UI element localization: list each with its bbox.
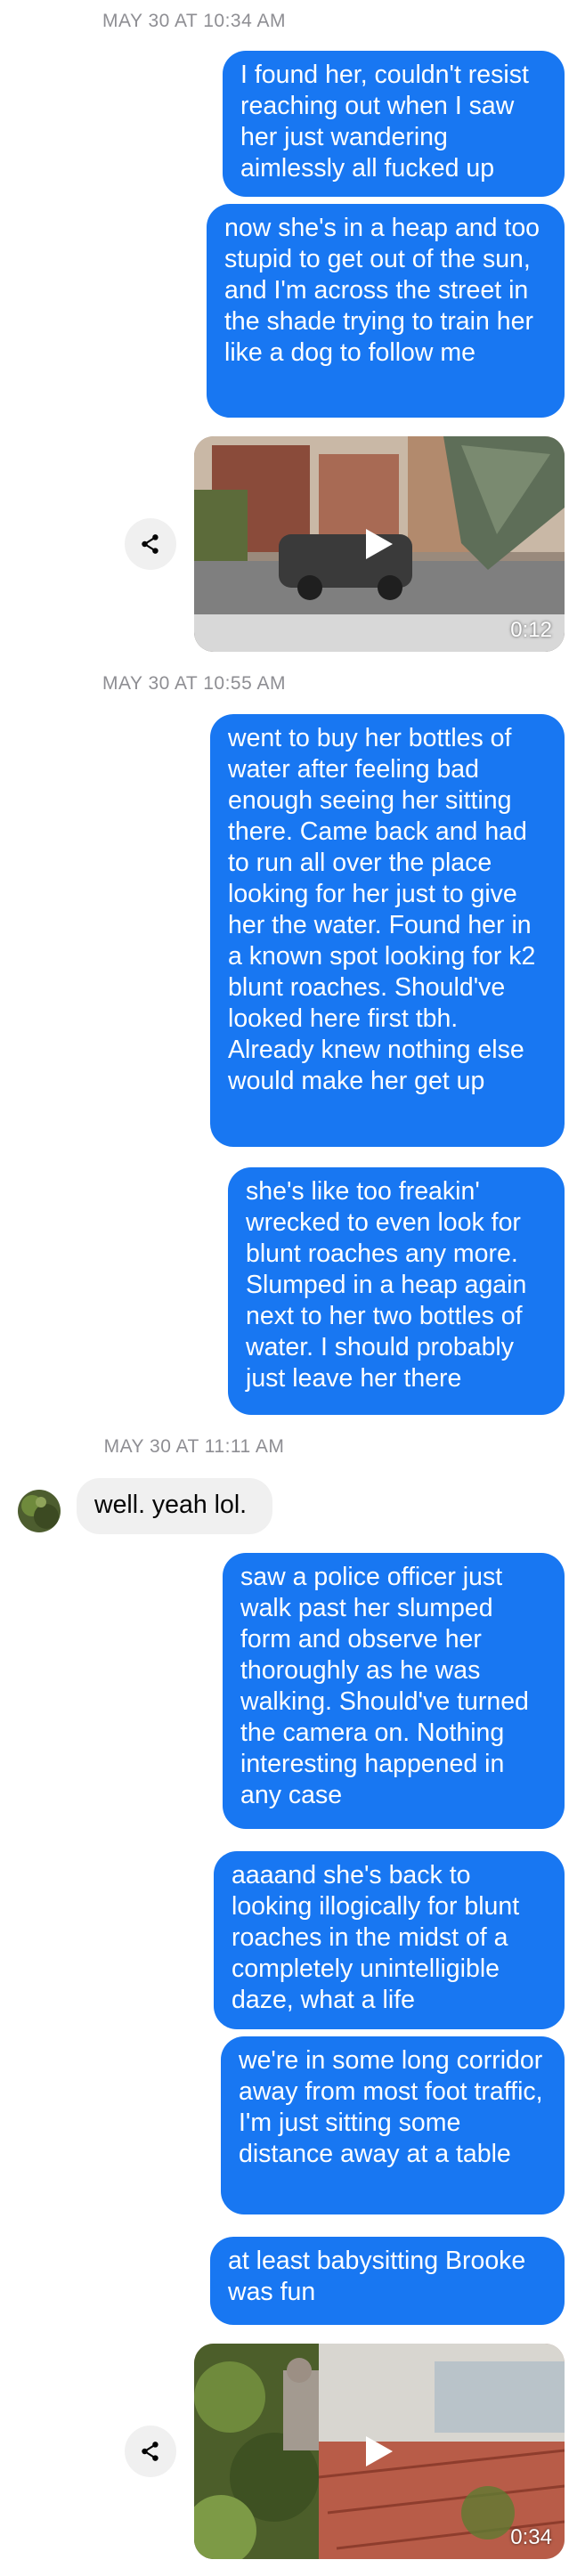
message-text: saw a police officer just walk past her …: [240, 1563, 529, 1809]
timestamp: MAY 30 AT 11:11 AM: [103, 1436, 285, 1457]
message-text: aaaand she's back to looking illogically…: [232, 1861, 520, 2014]
play-icon[interactable]: [364, 2434, 394, 2468]
message-bubble-outgoing[interactable]: she's like too freakin' wrecked to even …: [228, 1167, 565, 1415]
message-text: she's like too freakin' wrecked to even …: [246, 1177, 527, 1393]
avatar[interactable]: [18, 1490, 61, 1532]
avatar-image: [18, 1490, 61, 1532]
message-bubble-outgoing[interactable]: went to buy her bottles of water after f…: [210, 714, 565, 1147]
message-bubble-outgoing[interactable]: at least babysitting Brooke was fun: [210, 2237, 565, 2325]
message-bubble-outgoing[interactable]: saw a police officer just walk past her …: [223, 1553, 565, 1829]
video-duration: 0:12: [510, 618, 552, 642]
video-attachment[interactable]: 0:34: [194, 2344, 565, 2559]
message-text: at least babysitting Brooke was fun: [228, 2247, 526, 2306]
message-text: I found her, couldn't resist reaching ou…: [240, 61, 529, 183]
message-text: we're in some long corridor away from mo…: [239, 2046, 543, 2168]
message-text: went to buy her bottles of water after f…: [228, 724, 536, 1095]
message-text: well. yeah lol.: [94, 1491, 248, 1519]
message-bubble-outgoing[interactable]: aaaand she's back to looking illogically…: [214, 1851, 565, 2029]
message-text: now she's in a heap and too stupid to ge…: [224, 214, 540, 367]
share-button[interactable]: [125, 518, 176, 570]
share-icon: [142, 2442, 158, 2461]
message-bubble-outgoing[interactable]: we're in some long corridor away from mo…: [221, 2036, 565, 2214]
video-attachment[interactable]: 0:12: [194, 436, 565, 652]
share-icon: [142, 534, 158, 554]
message-bubble-outgoing[interactable]: now she's in a heap and too stupid to ge…: [207, 204, 565, 418]
message-bubble-incoming[interactable]: well. yeah lol.: [77, 1478, 272, 1534]
message-bubble-outgoing[interactable]: I found her, couldn't resist reaching ou…: [223, 51, 565, 197]
timestamp: MAY 30 AT 10:55 AM: [102, 673, 286, 694]
share-button[interactable]: [125, 2426, 176, 2477]
play-icon[interactable]: [364, 527, 394, 561]
video-duration: 0:34: [510, 2525, 552, 2549]
timestamp: MAY 30 AT 10:34 AM: [102, 11, 286, 31]
